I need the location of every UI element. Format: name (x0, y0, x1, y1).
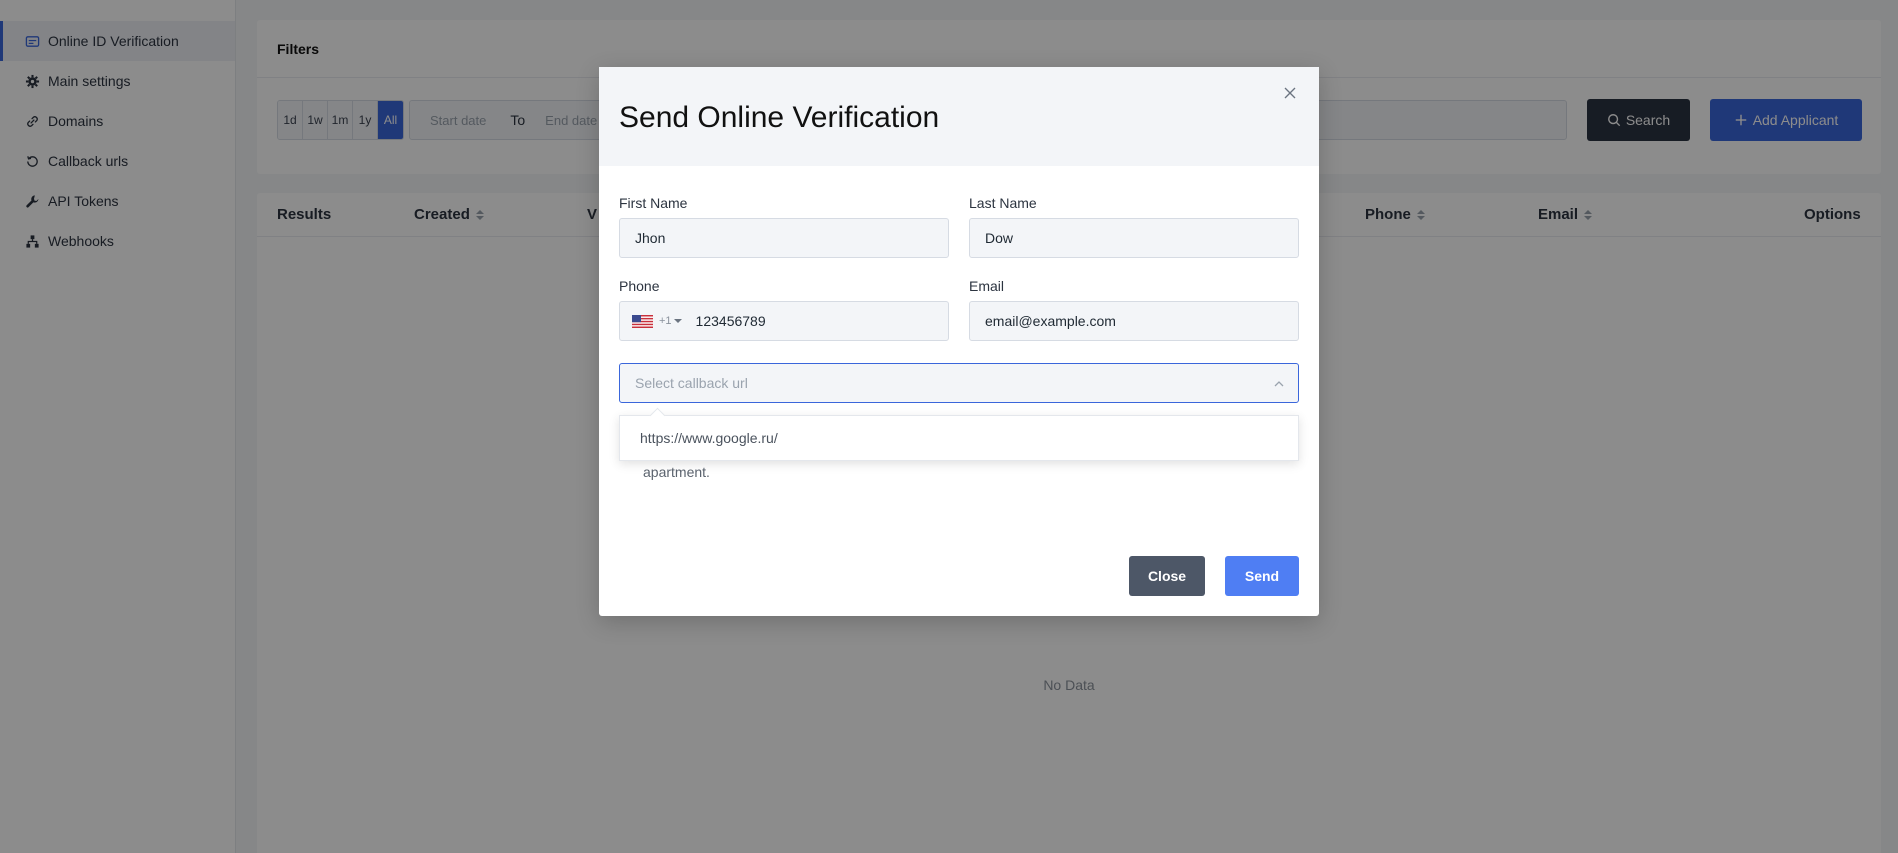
last-name-field[interactable]: Dow (969, 218, 1299, 258)
email-value: email@example.com (985, 313, 1116, 329)
us-flag-icon[interactable] (632, 314, 653, 328)
modal-header: Send Online Verification (599, 67, 1319, 166)
close-button[interactable]: Close (1129, 556, 1205, 596)
callback-url-select[interactable]: Select callback url (619, 363, 1299, 403)
phone-field[interactable]: +1 123456789 (619, 301, 949, 341)
first-name-label: First Name (619, 195, 688, 211)
email-field[interactable]: email@example.com (969, 301, 1299, 341)
callback-url-placeholder: Select callback url (635, 375, 748, 391)
callback-url-option[interactable]: https://www.google.ru/ (640, 430, 778, 446)
modal-title: Send Online Verification (619, 101, 940, 134)
chevron-up-icon (1272, 377, 1286, 394)
modal-close-button[interactable] (1283, 86, 1299, 102)
email-label: Email (969, 278, 1005, 294)
hint-text: apartment. (643, 464, 710, 480)
first-name-field[interactable]: Jhon (619, 218, 949, 258)
callback-url-dropdown: https://www.google.ru/ (619, 415, 1299, 461)
phone-value: 123456789 (695, 313, 766, 329)
send-button[interactable]: Send (1225, 556, 1299, 596)
close-icon (1284, 87, 1296, 99)
first-name-value: Jhon (635, 230, 666, 246)
send-verification-modal: Send Online Verification First Name Jhon… (599, 67, 1319, 616)
last-name-value: Dow (985, 230, 1014, 246)
country-code[interactable]: +1 (659, 315, 672, 327)
last-name-label: Last Name (969, 195, 1037, 211)
phone-label: Phone (619, 278, 660, 294)
chevron-down-icon[interactable] (673, 319, 682, 323)
